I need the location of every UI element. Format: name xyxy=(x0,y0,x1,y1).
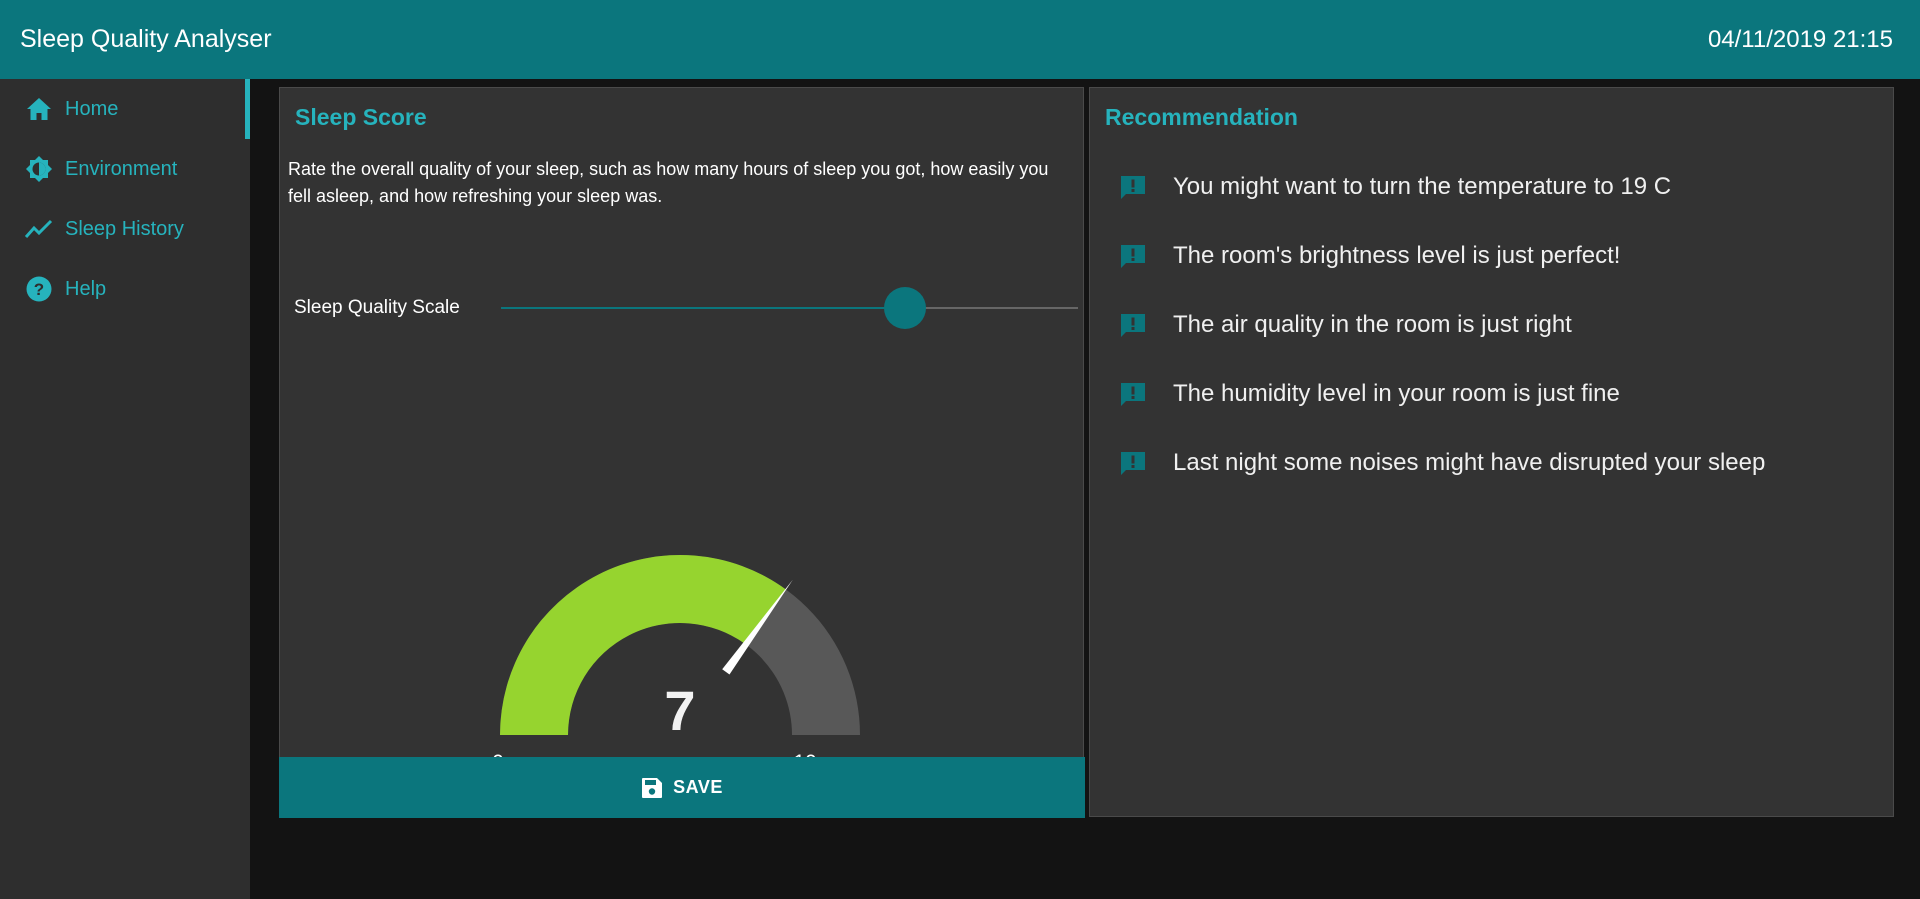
slider-fill xyxy=(501,307,905,309)
home-icon xyxy=(25,95,53,123)
recommendation-text: The air quality in the room is just righ… xyxy=(1173,311,1572,338)
sleep-score-description: Rate the overall quality of your sleep, … xyxy=(288,159,1049,206)
sidebar-item-label: Home xyxy=(65,97,119,120)
sidebar: Home Environment Sleep History ? Help xyxy=(0,79,250,899)
list-item: The humidity level in your room is just … xyxy=(1118,380,1878,449)
feedback-icon xyxy=(1118,449,1148,479)
sleep-score-gauge: 7 0 10 xyxy=(465,458,895,778)
sidebar-item-label: Sleep History xyxy=(65,217,184,240)
feedback-icon xyxy=(1118,173,1148,203)
feedback-icon xyxy=(1118,380,1148,410)
sleep-score-title: Sleep Score xyxy=(295,104,427,130)
list-item: The air quality in the room is just righ… xyxy=(1118,311,1878,380)
sidebar-item-help[interactable]: ? Help xyxy=(0,259,250,319)
sidebar-item-label: Environment xyxy=(65,157,178,180)
top-bar: Sleep Quality Analyser 04/11/2019 21:15 xyxy=(0,0,1920,79)
trend-icon xyxy=(25,215,53,243)
list-item: Last night some noises might have disrup… xyxy=(1118,449,1878,518)
save-button[interactable]: SAVE xyxy=(279,757,1085,818)
datetime-display: 04/11/2019 21:15 xyxy=(1707,25,1893,53)
recommendation-text: The room's brightness level is just perf… xyxy=(1173,242,1621,269)
sidebar-item-label: Help xyxy=(65,277,107,300)
floppy-disk-icon xyxy=(641,776,665,800)
recommendation-text: Last night some noises might have disrup… xyxy=(1173,449,1766,476)
brightness-icon xyxy=(25,155,53,183)
svg-text:?: ? xyxy=(34,280,44,299)
sleep-quality-slider-row: Sleep Quality Scale xyxy=(294,287,1078,329)
feedback-icon xyxy=(1118,311,1148,341)
app-title: Sleep Quality Analyser xyxy=(20,25,272,53)
recommendation-title: Recommendation xyxy=(1105,104,1298,130)
sidebar-item-sleep-history[interactable]: Sleep History xyxy=(0,199,250,259)
sidebar-item-environment[interactable]: Environment xyxy=(0,139,250,199)
recommendation-text: You might want to turn the temperature t… xyxy=(1173,173,1672,200)
recommendation-list: You might want to turn the temperature t… xyxy=(1118,173,1878,518)
slider-label: Sleep Quality Scale xyxy=(294,297,460,318)
slider-thumb[interactable] xyxy=(883,287,926,329)
sidebar-item-home[interactable]: Home xyxy=(0,79,250,139)
gauge-value: 7 xyxy=(664,679,696,742)
save-button-label: SAVE xyxy=(673,777,723,797)
sleep-quality-slider[interactable] xyxy=(501,287,1078,329)
list-item: The room's brightness level is just perf… xyxy=(1118,242,1878,311)
help-icon: ? xyxy=(25,275,53,303)
sleep-score-card: Sleep Score Rate the overall quality of … xyxy=(279,87,1085,818)
feedback-icon xyxy=(1118,242,1148,272)
recommendation-card: Recommendation You might want to turn th… xyxy=(1089,87,1894,817)
list-item: You might want to turn the temperature t… xyxy=(1118,173,1878,242)
recommendation-text: The humidity level in your room is just … xyxy=(1173,380,1620,407)
